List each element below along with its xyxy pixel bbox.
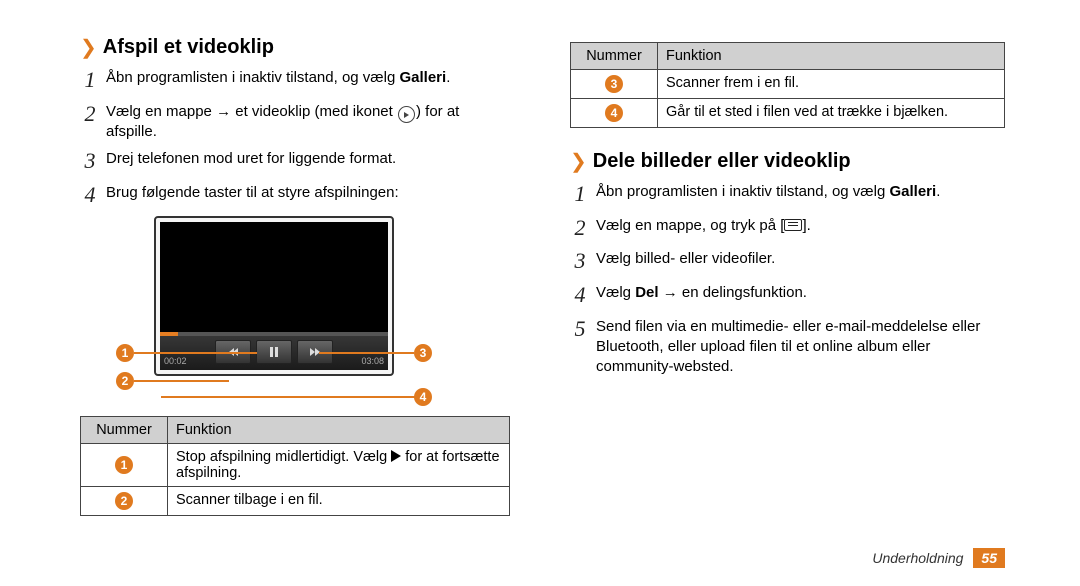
left-column: ❯ Afspil et videoklip 1 Åbn programliste…: [0, 0, 540, 586]
progress-fill: [160, 332, 178, 336]
step-text: Åbn programlisten i inaktiv tilstand, og…: [596, 179, 1005, 202]
step-number: 2: [570, 213, 590, 243]
number-circle-icon: 1: [115, 456, 133, 474]
heading-text: Dele billeder eller videoklip: [593, 150, 851, 173]
footer-section: Underholdning: [872, 550, 963, 566]
step-3: 3 Drej telefonen mod uret for liggende f…: [80, 146, 510, 176]
manual-page: ❯ Afspil et videoklip 1 Åbn programliste…: [0, 0, 1080, 586]
cell-key: 2: [81, 486, 168, 515]
cell-key: 1: [81, 443, 168, 486]
heading-text: Afspil et videoklip: [103, 36, 274, 59]
callout-line: [134, 380, 229, 382]
callout-1: 1: [116, 344, 134, 362]
callout-line: [161, 396, 416, 398]
menu-icon: [784, 219, 802, 231]
step-number: 2: [80, 99, 100, 129]
chevron-icon: ❯: [80, 38, 97, 58]
function-table-right: Nummer Funktion 3 Scanner frem i en fil.…: [570, 42, 1005, 128]
step-2: 2 Vælg en mappe → et videoklip (med ikon…: [80, 99, 510, 143]
step-2: 2 Vælg en mappe, og tryk på [].: [570, 213, 1005, 243]
pause-button: [256, 340, 292, 364]
play-solid-icon: [391, 450, 401, 462]
section-heading-dele: ❯ Dele billeder eller videoklip: [570, 150, 1005, 173]
table-row: 3 Scanner frem i en fil.: [571, 70, 1005, 99]
step-1: 1 Åbn programlisten i inaktiv tilstand, …: [570, 179, 1005, 209]
step-number: 4: [570, 280, 590, 310]
step-number: 5: [570, 314, 590, 344]
number-circle-icon: 4: [605, 104, 623, 122]
play-circle-icon: [398, 106, 415, 123]
cell-desc: Scanner frem i en fil.: [658, 70, 1005, 99]
step-4: 4 Vælg Del → en delingsfunktion.: [570, 280, 1005, 310]
chevron-icon: ❯: [570, 152, 587, 172]
step-number: 4: [80, 180, 100, 210]
table-row: 1 Stop afspilning midlertidigt. Vælg for…: [81, 443, 510, 486]
table-header-row: Nummer Funktion: [81, 416, 510, 443]
step-text: Vælg billed- eller videofiler.: [596, 246, 1005, 269]
step-1: 1 Åbn programlisten i inaktiv tilstand, …: [80, 65, 510, 95]
number-circle-icon: 3: [605, 75, 623, 93]
callout-line: [319, 352, 414, 354]
table-header-row: Nummer Funktion: [571, 43, 1005, 70]
cell-desc: Går til et sted i filen ved at trække i …: [658, 99, 1005, 128]
step-text: Åbn programlisten i inaktiv tilstand, og…: [106, 65, 510, 88]
video-screen: 00:02 03:08: [160, 222, 388, 370]
progress-bar: [160, 332, 388, 336]
callout-4: 4: [414, 388, 432, 406]
step-text: Send filen via en multimedie- eller e-ma…: [596, 314, 1005, 378]
step-4: 4 Brug følgende taster til at styre afsp…: [80, 180, 510, 210]
callout-2: 2: [116, 372, 134, 390]
function-table-left: Nummer Funktion 1 Stop afspilning midler…: [80, 416, 510, 516]
th-funktion: Funktion: [658, 43, 1005, 70]
callout-3: 3: [414, 344, 432, 362]
step-number: 1: [570, 179, 590, 209]
cell-desc: Stop afspilning midlertidigt. Vælg for a…: [168, 443, 510, 486]
step-number: 3: [570, 246, 590, 276]
cell-key: 4: [571, 99, 658, 128]
callout-line: [134, 352, 257, 354]
right-column: Nummer Funktion 3 Scanner frem i en fil.…: [540, 0, 1080, 586]
table-row: 2 Scanner tilbage i en fil.: [81, 486, 510, 515]
step-5: 5 Send filen via en multimedie- eller e-…: [570, 314, 1005, 378]
page-number: 55: [973, 548, 1005, 568]
step-number: 1: [80, 65, 100, 95]
control-bar: 00:02 03:08: [160, 332, 388, 370]
step-3: 3 Vælg billed- eller videofiler.: [570, 246, 1005, 276]
step-number: 3: [80, 146, 100, 176]
th-nummer: Nummer: [571, 43, 658, 70]
cell-key: 3: [571, 70, 658, 99]
step-text: Drej telefonen mod uret for liggende for…: [106, 146, 510, 169]
cell-desc: Scanner tilbage i en fil.: [168, 486, 510, 515]
th-nummer: Nummer: [81, 416, 168, 443]
table-row: 4 Går til et sted i filen ved at trække …: [571, 99, 1005, 128]
section-heading-afspil: ❯ Afspil et videoklip: [80, 36, 510, 59]
page-footer: Underholdning 55: [872, 548, 1005, 568]
step-text: Vælg en mappe → et videoklip (med ikonet…: [106, 99, 510, 143]
step-text: Vælg Del → en delingsfunktion.: [596, 280, 1005, 303]
video-player-illustration: 00:02 03:08 1 2 3 4: [104, 216, 444, 406]
step-text: Brug følgende taster til at styre afspil…: [106, 180, 510, 203]
step-text: Vælg en mappe, og tryk på [].: [596, 213, 1005, 236]
th-funktion: Funktion: [168, 416, 510, 443]
number-circle-icon: 2: [115, 492, 133, 510]
